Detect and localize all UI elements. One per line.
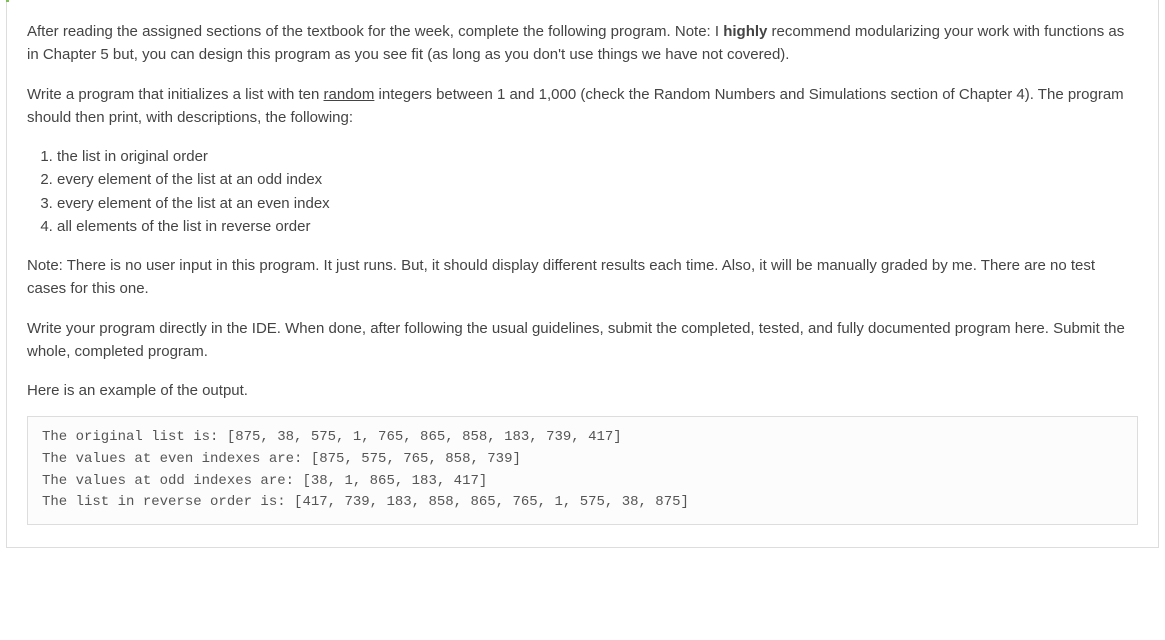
instructions-before: Write a program that initializes a list … [27, 86, 324, 103]
note-paragraph: Note: There is no user input in this pro… [27, 254, 1138, 301]
list-item: every element of the list at an even ind… [57, 192, 1138, 215]
example-output-block: The original list is: [875, 38, 575, 1, … [27, 416, 1138, 525]
accent-mark [6, 0, 9, 2]
intro-paragraph: After reading the assigned sections of t… [27, 20, 1138, 67]
assignment-content: After reading the assigned sections of t… [6, 0, 1159, 548]
code-line: The original list is: [875, 38, 575, 1, … [42, 427, 1123, 449]
intro-text-before: After reading the assigned sections of t… [27, 23, 723, 40]
instructions-paragraph: Write a program that initializes a list … [27, 83, 1138, 130]
submission-paragraph: Write your program directly in the IDE. … [27, 317, 1138, 364]
example-label: Here is an example of the output. [27, 379, 1138, 402]
requirements-list: the list in original order every element… [27, 145, 1138, 238]
list-item: all elements of the list in reverse orde… [57, 215, 1138, 238]
code-line: The list in reverse order is: [417, 739,… [42, 492, 1123, 514]
list-item: the list in original order [57, 145, 1138, 168]
code-line: The values at even indexes are: [875, 57… [42, 449, 1123, 471]
list-item: every element of the list at an odd inde… [57, 168, 1138, 191]
intro-bold: highly [723, 23, 767, 40]
instructions-underlined: random [324, 86, 375, 103]
code-line: The values at odd indexes are: [38, 1, 8… [42, 471, 1123, 493]
